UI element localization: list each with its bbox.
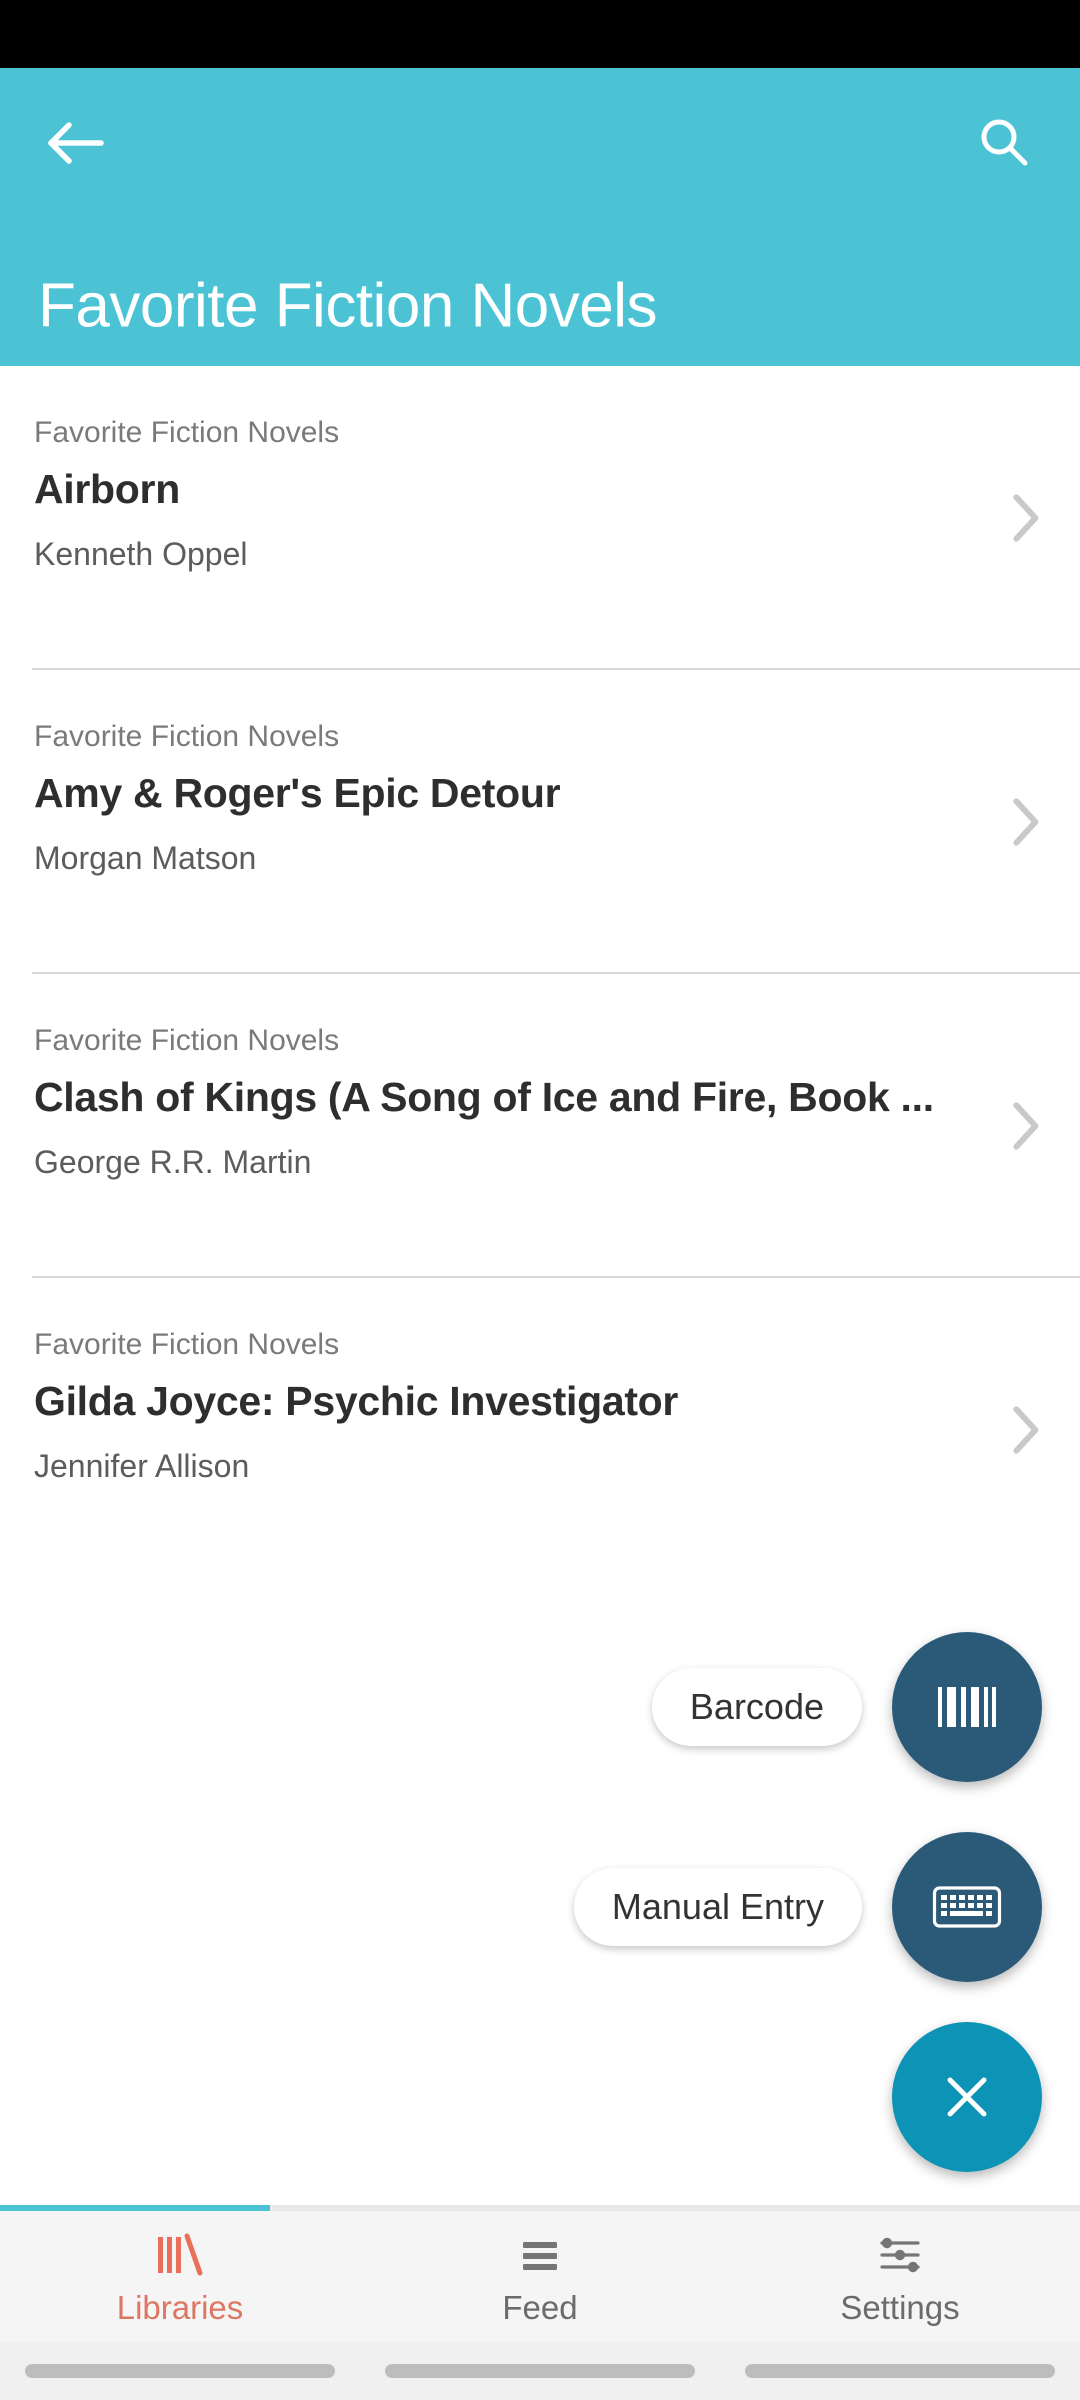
list-item[interactable]: Favorite Fiction Novels Clash of Kings (… [0,974,1080,1278]
fab-close-button[interactable] [892,2022,1042,2172]
chevron-right-icon [1013,494,1039,542]
list-item[interactable]: Favorite Fiction Novels Airborn Kenneth … [0,366,1080,670]
gesture-cell [0,2342,360,2400]
search-icon [981,119,1028,166]
fab-label-manual-entry[interactable]: Manual Entry [573,1868,862,1946]
list-lines-icon [523,2241,557,2270]
list-item-title: Gilda Joyce: Psychic Investigator [34,1378,679,1424]
nav-item-feed[interactable]: Feed [360,2211,720,2342]
fab-close-row[interactable] [892,2022,1042,2172]
list-item-category: Favorite Fiction Novels [34,1328,340,1361]
close-icon [947,2077,987,2117]
back-button[interactable] [34,106,118,180]
fab-action-manual-entry[interactable]: Manual Entry [573,1832,1042,1982]
nav-item-libraries[interactable]: Libraries [0,2211,360,2342]
page-title: Favorite Fiction Novels [38,271,658,341]
search-button[interactable] [962,106,1046,180]
gesture-pill[interactable] [385,2364,695,2378]
sliders-icon [880,2237,920,2272]
nav-item-settings[interactable]: Settings [720,2211,1080,2342]
list-item[interactable]: Favorite Fiction Novels Amy & Roger's Ep… [0,670,1080,974]
nav-label-libraries: Libraries [116,2288,244,2326]
list-item-category: Favorite Fiction Novels [34,720,340,753]
gesture-bar [0,2342,1080,2400]
chevron-right-icon [1013,1406,1039,1454]
list-item-author: Morgan Matson [34,840,257,876]
nav-icon-wrap-settings [872,2227,928,2279]
gesture-pill[interactable] [25,2364,335,2378]
app-bar-actions [0,68,1080,218]
list-item-title: Clash of Kings (A Song of Ice and Fire, … [34,1074,934,1120]
nav-icon-wrap-libraries [150,2227,210,2279]
list-item[interactable]: Favorite Fiction Novels Gilda Joyce: Psy… [0,1278,1080,1582]
list-item-author: Kenneth Oppel [34,536,248,572]
fab-label-barcode[interactable]: Barcode [651,1668,862,1746]
list-item-title: Amy & Roger's Epic Detour [34,770,561,816]
nav-label-settings: Settings [840,2288,960,2326]
status-bar [0,0,1080,68]
keyboard-icon [932,1886,1002,1928]
nav-label-feed: Feed [502,2288,578,2326]
chevron-right-icon [1013,1102,1039,1150]
barcode-icon [938,1687,996,1727]
manual-entry-button[interactable] [892,1832,1042,1982]
app-root: Favorite Fiction Novels Favorite Fiction… [0,0,1080,2400]
bottom-navigation: Libraries Feed Settings [0,2211,1080,2342]
app-bar: Favorite Fiction Novels [0,68,1080,366]
list-item-author: George R.R. Martin [34,1144,312,1180]
gesture-pill[interactable] [745,2364,1055,2378]
list-item-title: Airborn [34,466,180,512]
list-item-category: Favorite Fiction Novels [34,1024,340,1057]
books-icon [158,2233,203,2275]
fab-action-barcode[interactable]: Barcode [651,1632,1042,1782]
book-list: Favorite Fiction Novels Airborn Kenneth … [0,366,1080,1582]
list-item-category: Favorite Fiction Novels [34,416,340,449]
arrow-left-icon [48,122,104,164]
list-item-author: Jennifer Allison [34,1448,250,1484]
gesture-cell [720,2342,1080,2400]
nav-icon-wrap-feed [512,2227,568,2279]
barcode-button[interactable] [892,1632,1042,1782]
chevron-right-icon [1013,798,1039,846]
gesture-cell [360,2342,720,2400]
